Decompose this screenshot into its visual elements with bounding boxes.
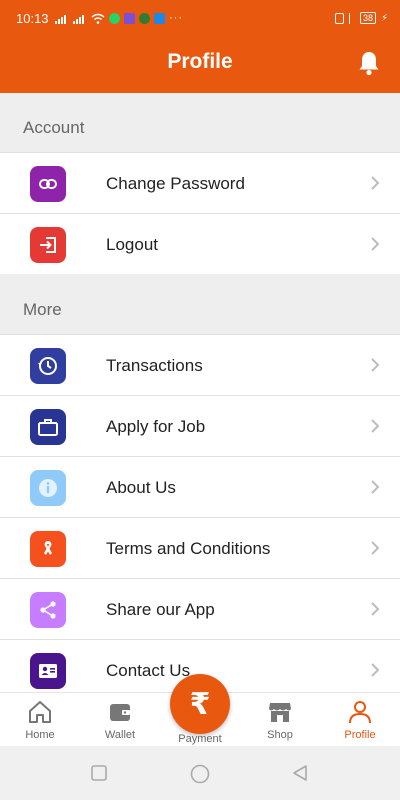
bell-icon[interactable] [357,50,381,76]
more-notifications-icon: ··· [169,12,183,24]
wallet-icon [110,704,130,721]
menu-item-apply-for-job[interactable]: Apply for Job [0,395,400,456]
shop-icon [269,703,291,722]
chevron-right-icon [371,419,380,433]
menu-item-transactions[interactable]: Transactions [0,334,400,395]
section-title-account: Account [23,118,85,137]
account-list: Change Password Logout [0,152,400,274]
back-icon[interactable] [291,764,309,782]
info-icon [30,470,66,506]
chevron-right-icon [371,602,380,616]
menu-item-share-app[interactable]: Share our App [0,578,400,639]
person-icon [349,701,371,724]
menu-item-change-password[interactable]: Change Password [0,152,400,213]
menu-item-terms[interactable]: Terms and Conditions [0,517,400,578]
history-icon [30,348,66,384]
menu-item-label: About Us [106,478,176,497]
menu-item-label: Logout [106,235,158,254]
menu-item-label: Contact Us [106,661,191,680]
home-icon [29,701,51,723]
link-icon [30,166,66,202]
notify-icon [139,12,150,24]
status-icons-right: 38 ⚡ [334,12,388,24]
usb-icon [154,12,165,24]
briefcase-icon [30,409,66,445]
menu-item-label: Terms and Conditions [106,539,271,558]
app-header: 10:13 ··· 38 ⚡ Profile [0,0,400,93]
contact-card-icon [30,653,66,689]
status-time: 10:13 [16,11,49,26]
nav-wallet-label: Wallet [104,729,136,741]
nav-shop-label: Shop [267,729,293,741]
signal-icon-2 [73,14,84,24]
chevron-right-icon [371,541,380,555]
home-circle-icon[interactable] [190,764,210,784]
system-nav-bar [0,746,400,800]
nav-profile-label: Profile [344,729,376,741]
logout-icon [30,227,66,263]
more-list: Transactions Apply for Job About Us Term… [0,334,400,700]
payment-button[interactable]: ₹ [170,674,230,734]
ribbon-icon [30,531,66,567]
signal-icon [55,14,66,24]
charging-icon: ⚡ [380,12,388,24]
page-title: Profile [167,50,233,73]
menu-item-label: Apply for Job [106,417,206,436]
status-icons: ··· [55,12,183,24]
mail-icon [124,12,135,24]
chevron-right-icon [371,358,380,372]
nav-home-label: Home [25,729,55,741]
battery-level: 38 [359,12,376,24]
chevron-right-icon [371,663,380,677]
vibrate-icon [334,12,344,24]
menu-item-label: Change Password [106,174,245,193]
rupee-icon: ₹ [189,687,211,721]
chevron-right-icon [371,237,380,251]
chevron-right-icon [371,176,380,190]
whatsapp-icon [109,12,120,24]
section-title-more: More [23,300,62,319]
nav-shop[interactable]: Shop [240,699,320,741]
chevron-right-icon [371,480,380,494]
nav-wallet[interactable]: Wallet [80,699,160,741]
recents-icon[interactable] [91,765,107,781]
menu-item-label: Share our App [106,600,215,619]
menu-item-logout[interactable]: Logout [0,213,400,274]
share-icon [30,592,66,628]
bluetooth-icon [348,12,355,24]
nav-profile[interactable]: Profile [320,699,400,741]
status-bar: 10:13 ··· 38 ⚡ [0,8,400,30]
menu-item-label: Transactions [106,356,203,375]
wifi-icon [91,13,105,24]
nav-payment-label: Payment [178,733,222,745]
menu-item-about-us[interactable]: About Us [0,456,400,517]
nav-home[interactable]: Home [0,699,80,741]
